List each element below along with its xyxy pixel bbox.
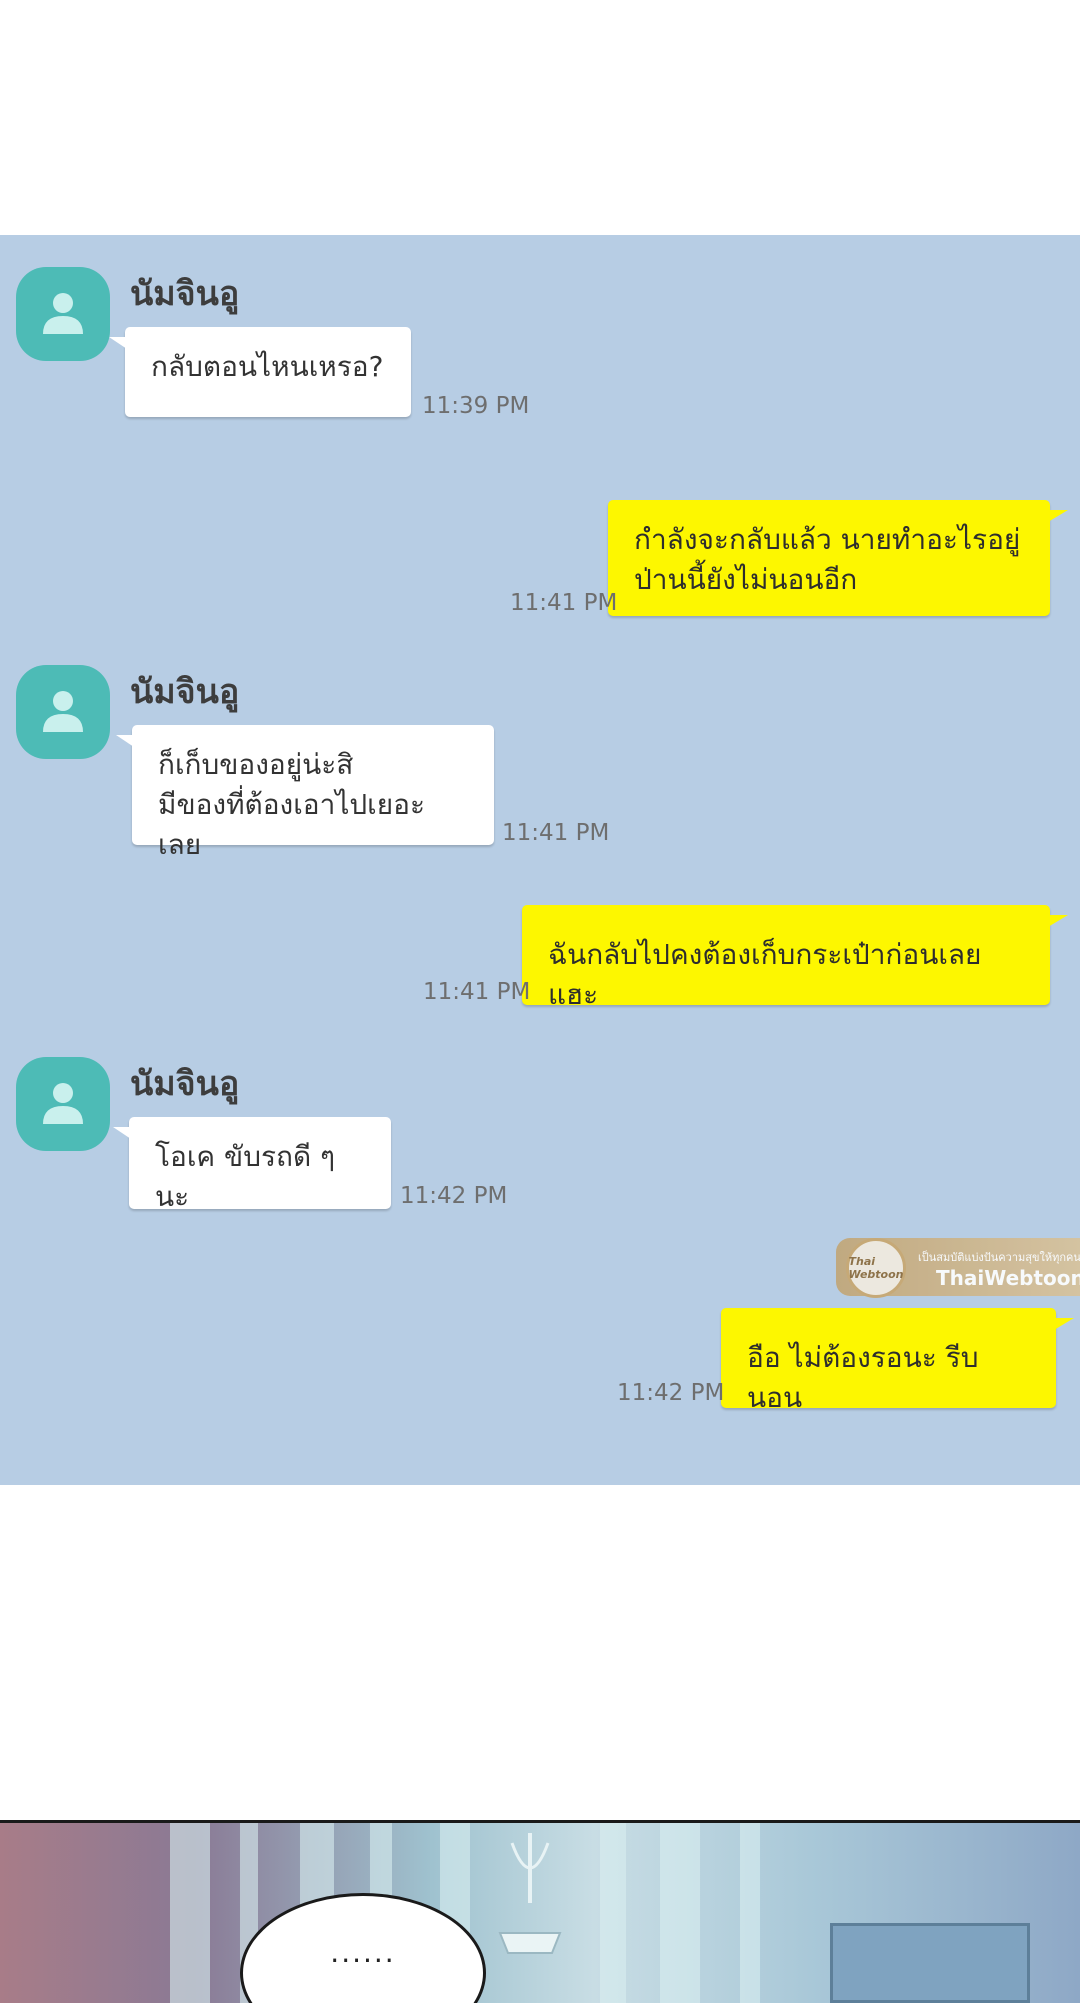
message-time: 11:42 PM — [617, 1380, 725, 1406]
message-time: 11:41 PM — [502, 820, 610, 846]
message-bubble-incoming[interactable]: กลับตอนไหนเหรอ? — [109, 327, 411, 417]
message-text: ฉันกลับไปคงต้องเก็บกระเป๋าก่อนเลยแฮะ — [548, 938, 982, 1011]
speech-text: ...... — [330, 1936, 396, 1969]
watermark-tagline: เป็นสมบัติแบ่งปันความสุขให้ทุกคน — [918, 1251, 1080, 1264]
user-icon — [43, 1083, 83, 1124]
chandelier-icon — [498, 1833, 562, 1954]
message-time: 11:41 PM — [423, 979, 531, 1005]
message-time: 11:39 PM — [422, 393, 530, 419]
avatar[interactable] — [16, 267, 110, 361]
sender-name: นัมจินอู — [130, 274, 240, 314]
thaiwebtoon-watermark: Thai Webtoon เป็นสมบัติแบ่งปันความสุขให้… — [836, 1238, 1080, 1298]
watermark-brand: ThaiWebtoon — [936, 1266, 1080, 1290]
window — [830, 1923, 1030, 2003]
avatar[interactable] — [16, 665, 110, 759]
curtain-stripe — [600, 1823, 626, 2003]
curtain-stripe — [660, 1823, 700, 2003]
thaiwebtoon-logo: Thai Webtoon — [846, 1238, 906, 1298]
message-text: โอเค ขับรถดี ๆ นะ — [155, 1140, 336, 1213]
message-text: มีของที่ต้องเอาไปเยอะเลย — [158, 788, 426, 861]
message-bubble-outgoing[interactable]: อือ ไม่ต้องรอนะ รีบนอน — [721, 1308, 1074, 1414]
message-bubble-incoming[interactable]: ก็เก็บของอยู่น่ะสิ มีของที่ต้องเอาไปเยอะ… — [116, 725, 494, 861]
message-text: อือ ไม่ต้องรอนะ รีบนอน — [747, 1341, 979, 1414]
chat-panel: นัมจินอู กลับตอนไหนเหรอ? 11:39 PM กำลังจ… — [0, 235, 1080, 1485]
message-text: กำลังจะกลับแล้ว นายทำอะไรอยู่ — [634, 523, 1021, 556]
sender-name: นัมจินอู — [130, 672, 240, 712]
avatar[interactable] — [16, 1057, 110, 1151]
sender-name: นัมจินอู — [130, 1064, 240, 1104]
message-time: 11:41 PM — [510, 590, 618, 616]
user-icon — [43, 293, 83, 334]
comic-scene-panel: ...... — [0, 1820, 1080, 2003]
curtain-stripe — [740, 1823, 760, 2003]
message-bubble-outgoing[interactable]: ฉันกลับไปคงต้องเก็บกระเป๋าก่อนเลยแฮะ — [522, 905, 1068, 1011]
message-bubble-outgoing[interactable]: กำลังจะกลับแล้ว นายทำอะไรอยู่ ป่านนี้ยัง… — [608, 500, 1068, 616]
user-icon — [43, 691, 83, 732]
curtain-stripe — [170, 1823, 210, 2003]
message-text: ป่านนี้ยังไม่นอนอีก — [634, 563, 858, 596]
message-text: ก็เก็บของอยู่น่ะสิ — [158, 748, 354, 781]
message-text: กลับตอนไหนเหรอ? — [151, 350, 384, 383]
message-time: 11:42 PM — [400, 1183, 508, 1209]
message-bubble-incoming[interactable]: โอเค ขับรถดี ๆ นะ — [113, 1117, 391, 1213]
